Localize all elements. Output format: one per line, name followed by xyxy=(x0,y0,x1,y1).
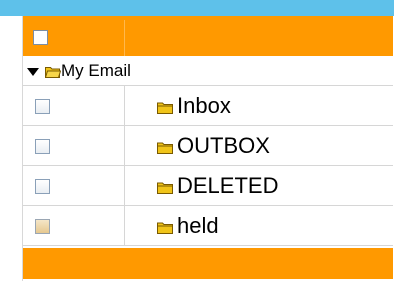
tree-group-label: My Email xyxy=(61,61,131,80)
folder-tree-panel: My Email Inbox OUTBOX DELETED held xyxy=(22,16,393,281)
column-divider xyxy=(124,126,125,165)
tree-item-held[interactable]: held xyxy=(23,206,393,246)
row-checkbox[interactable] xyxy=(35,219,50,234)
column-divider xyxy=(124,206,125,245)
tree-item-label: DELETED xyxy=(177,173,279,198)
footer-bar xyxy=(23,248,393,279)
top-bar xyxy=(0,0,394,16)
tree-item-inbox[interactable]: Inbox xyxy=(23,86,393,126)
row-checkbox[interactable] xyxy=(35,139,50,154)
tree-item-outbox[interactable]: OUTBOX xyxy=(23,126,393,166)
expand-triangle-icon[interactable] xyxy=(27,68,39,76)
tree-item-deleted[interactable]: DELETED xyxy=(23,166,393,206)
folder-icon xyxy=(157,182,173,194)
folder-icon xyxy=(157,142,173,154)
tree-item-label: OUTBOX xyxy=(177,133,270,158)
tree-item-label: Inbox xyxy=(177,93,231,118)
folder-open-icon xyxy=(45,67,61,78)
row-checkbox[interactable] xyxy=(35,99,50,114)
folder-icon xyxy=(157,102,173,114)
select-all-checkbox[interactable] xyxy=(33,30,48,45)
column-divider xyxy=(124,166,125,205)
tree-group-my-email[interactable]: My Email xyxy=(23,56,393,86)
folder-icon xyxy=(157,222,173,234)
header-column-divider xyxy=(124,20,125,56)
row-checkbox[interactable] xyxy=(35,179,50,194)
column-divider xyxy=(124,86,125,125)
header-row xyxy=(23,16,393,56)
tree-item-label: held xyxy=(177,213,219,238)
